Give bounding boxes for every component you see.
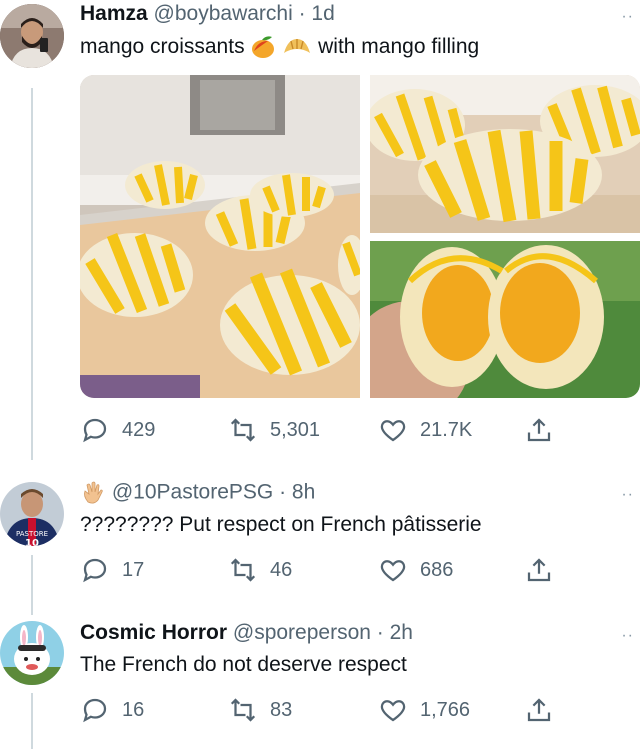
retweet-icon [230, 558, 256, 582]
like-button[interactable]: 21.7K [378, 415, 472, 445]
thread-line [31, 555, 33, 615]
croissant-icon [284, 39, 311, 54]
avatar[interactable] [0, 621, 64, 685]
share-button[interactable] [524, 415, 554, 445]
croissant-closeup-image[interactable] [370, 75, 640, 233]
croissant-tray-image[interactable] [80, 75, 360, 398]
reply-button[interactable]: 16 [80, 695, 144, 725]
reply-count: 16 [122, 698, 145, 721]
like-count: 686 [420, 558, 454, 581]
heart-icon [380, 560, 406, 582]
reply-actions: 16 83 1,766 [80, 695, 560, 725]
thread-line [31, 88, 33, 460]
tweet-actions: 429 5,301 21.7K [80, 415, 560, 445]
thread-line [31, 693, 33, 749]
reply-button[interactable]: 17 [80, 555, 144, 585]
more-options-button[interactable]: ·· [621, 8, 634, 26]
retweet-count: 5,301 [270, 418, 321, 441]
reply-icon [83, 418, 107, 443]
share-icon [527, 418, 551, 442]
like-count: 21.7K [420, 418, 473, 441]
heart-icon [380, 700, 406, 722]
share-icon [527, 558, 551, 582]
jersey-number: 10 [25, 538, 39, 546]
share-icon [527, 698, 551, 722]
reply-header: @10PastorePSG · 8h [80, 480, 315, 506]
retweet-button[interactable]: 83 [228, 695, 292, 725]
tweet-text-before: mango croissants [80, 35, 245, 58]
author-name[interactable]: Cosmic Horror [80, 621, 227, 644]
retweet-count: 46 [270, 558, 293, 581]
tweet-text: mango croissants with mango filling [80, 35, 479, 59]
retweet-button[interactable]: 5,301 [228, 415, 320, 445]
reply-header: Cosmic Horror @sporeperson · 2h [80, 621, 413, 645]
avatar[interactable]: PASTORE 10 [0, 482, 64, 546]
retweet-count: 83 [270, 698, 293, 721]
heart-icon [380, 420, 406, 442]
reply-count: 17 [122, 558, 145, 581]
reply-text: The French do not deserve respect [80, 653, 407, 676]
like-button[interactable]: 686 [378, 555, 453, 585]
retweet-icon [230, 418, 256, 442]
handle-time[interactable]: @10PastorePSG · 8h [112, 481, 315, 504]
share-button[interactable] [524, 555, 554, 585]
mango-icon [252, 36, 275, 59]
jersey-text: PASTORE [16, 530, 48, 538]
mango-filling-image[interactable] [370, 241, 640, 398]
more-options-button[interactable]: ·· [621, 486, 634, 504]
like-button[interactable]: 1,766 [378, 695, 470, 725]
reply-button[interactable]: 429 [80, 415, 155, 445]
reply-icon [83, 698, 107, 723]
like-count: 1,766 [420, 698, 471, 721]
more-options-button[interactable]: ·· [621, 627, 634, 645]
reply-actions: 17 46 686 [80, 555, 560, 585]
retweet-icon [230, 698, 256, 722]
media-grid[interactable] [80, 75, 640, 398]
avatar[interactable] [0, 4, 64, 68]
author-name[interactable]: Hamza [80, 2, 148, 25]
retweet-button[interactable]: 46 [228, 555, 292, 585]
reply-count: 429 [122, 418, 156, 441]
waving-hand-icon [84, 481, 103, 504]
handle-time[interactable]: @boybawarchi · 1d [154, 2, 335, 25]
tweet-header: Hamza @boybawarchi · 1d [80, 2, 335, 26]
tweet-text-after: with mango filling [318, 35, 480, 58]
reply-icon [83, 558, 107, 583]
handle-time[interactable]: @sporeperson · 2h [233, 621, 413, 644]
share-button[interactable] [524, 695, 554, 725]
reply-text: ???????? Put respect on French pâtisseri… [80, 513, 482, 536]
